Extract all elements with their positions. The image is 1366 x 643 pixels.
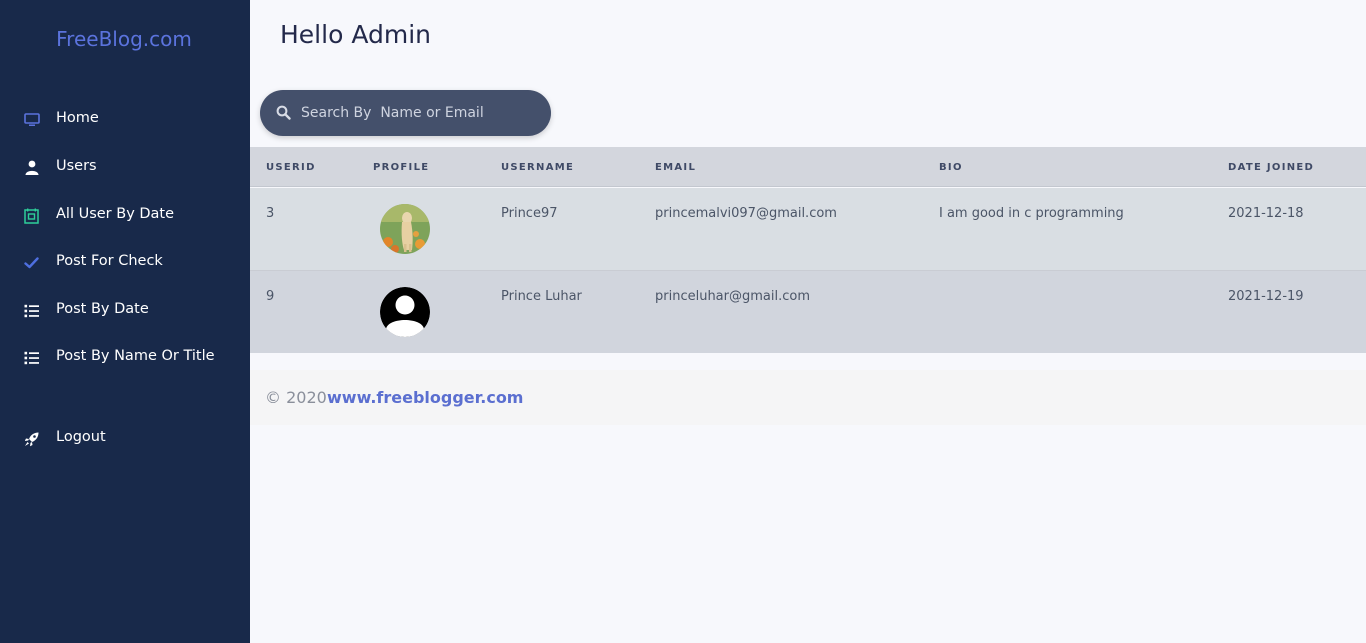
sidebar-item-label: Post For Check [56, 253, 163, 269]
avatar [380, 204, 430, 254]
footer: © 2020 www.freeblogger.com [250, 370, 1366, 425]
sidebar-item-post-by-date[interactable]: Post By Date [0, 295, 250, 325]
check-icon [23, 254, 40, 271]
rocket-icon [23, 430, 40, 447]
column-header-username[interactable]: USERNAME [501, 162, 574, 173]
cell-userid: 9 [266, 289, 275, 304]
monitor-icon [23, 111, 40, 128]
list-icon [23, 349, 40, 366]
sidebar-item-logout[interactable]: Logout [0, 423, 250, 453]
user-icon [23, 159, 40, 176]
cell-bio: I am good in c programming [939, 206, 1124, 221]
column-header-profile[interactable]: PROFILE [373, 162, 429, 173]
sidebar-item-all-user-by-date[interactable]: All User By Date [0, 200, 250, 230]
sidebar-item-label: Logout [56, 429, 106, 445]
brand-logo[interactable]: FreeBlog.com [0, 27, 248, 51]
cell-date-joined: 2021-12-18 [1228, 206, 1304, 221]
cell-email: princeluhar@gmail.com [655, 289, 810, 304]
column-header-email[interactable]: EMAIL [655, 162, 696, 173]
search-input[interactable] [301, 102, 531, 124]
sidebar-item-label: Post By Date [56, 301, 149, 317]
table-row[interactable]: 3 Prince97 princemalvi097@gmail.com I am [250, 188, 1366, 271]
page-title: Hello Admin [280, 20, 431, 49]
sidebar-item-label: Users [56, 158, 97, 174]
column-header-date-joined[interactable]: DATE JOINED [1228, 162, 1314, 173]
cell-date-joined: 2021-12-19 [1228, 289, 1304, 304]
cell-username: Prince Luhar [501, 289, 582, 304]
sidebar-item-label: Post By Name Or Title [56, 348, 215, 364]
column-header-bio[interactable]: BIO [939, 162, 963, 173]
sidebar: FreeBlog.com Home Users All User By Date… [0, 0, 250, 643]
main-content: Hello Admin USERID PROFILE USERNAME EMAI… [250, 0, 1366, 643]
column-header-userid[interactable]: USERID [266, 162, 316, 173]
cell-email: princemalvi097@gmail.com [655, 206, 837, 221]
footer-link[interactable]: www.freeblogger.com [327, 388, 523, 407]
sidebar-item-post-by-name-or-title[interactable]: Post By Name Or Title [0, 342, 250, 372]
sidebar-item-label: All User By Date [56, 206, 175, 222]
sidebar-item-users[interactable]: Users [0, 152, 250, 182]
calendar-icon [23, 207, 40, 224]
list-icon [23, 302, 40, 319]
search-bar[interactable] [260, 90, 551, 136]
cell-username: Prince97 [501, 206, 558, 221]
table-row[interactable]: 9 Prince Luhar princeluhar@gmail.com 202… [250, 271, 1366, 353]
cell-userid: 3 [266, 206, 275, 221]
search-icon[interactable] [276, 105, 292, 121]
default-avatar-icon [380, 287, 430, 337]
footer-copyright: © 2020 [265, 388, 327, 407]
sidebar-item-label: Home [56, 110, 99, 126]
table-header: USERID PROFILE USERNAME EMAIL BIO DATE J… [250, 147, 1366, 187]
sidebar-item-home[interactable]: Home [0, 104, 250, 134]
sidebar-item-post-for-check[interactable]: Post For Check [0, 247, 250, 277]
